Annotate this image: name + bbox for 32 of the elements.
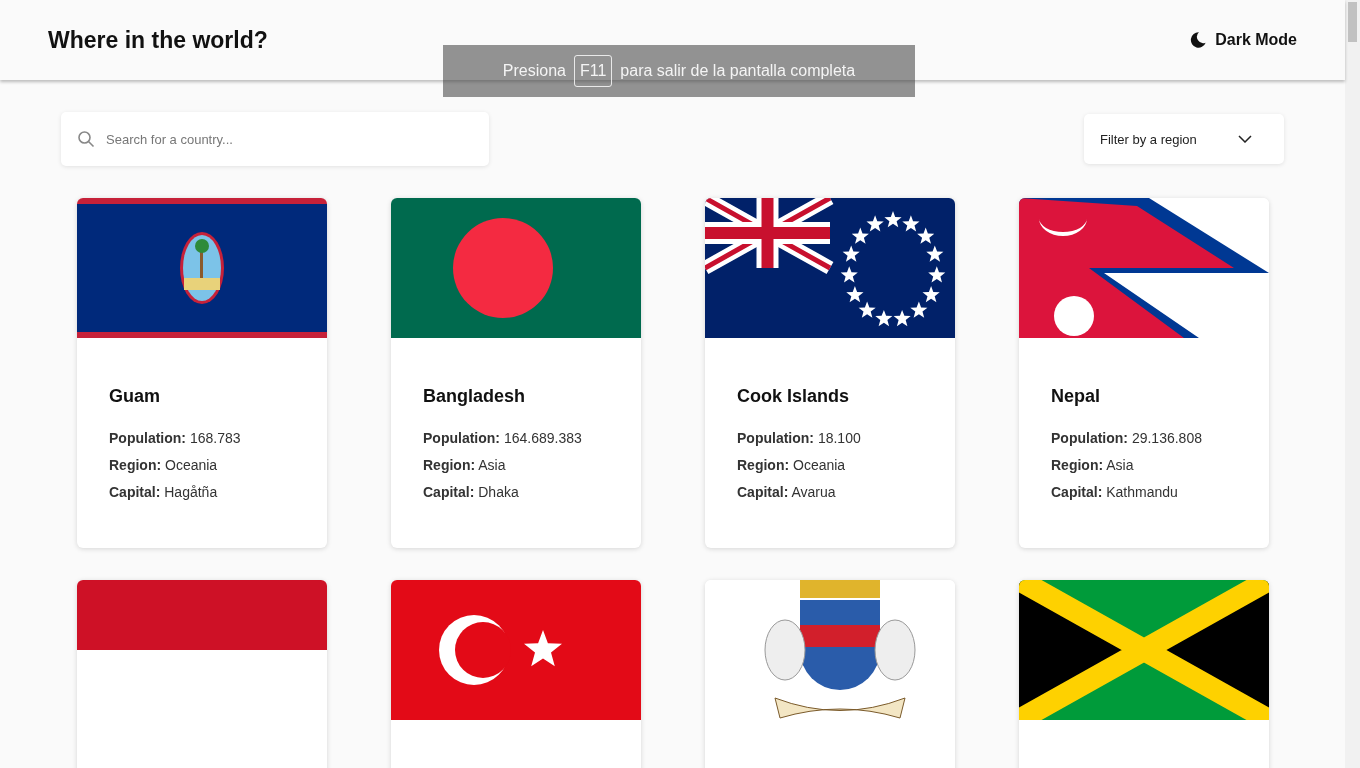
search-box[interactable]: Search for a country...: [61, 112, 489, 166]
country-card[interactable]: Cook Islands Population: 18.100 Region: Oceania Capital: Avarua: [705, 198, 955, 548]
country-detail: Region: Asia: [1051, 456, 1135, 475]
country-name: Guam: [109, 386, 161, 407]
country-detail: Population: 168.783: [109, 429, 242, 448]
app-title: Where in the world?: [48, 26, 268, 54]
country-name: Bangladesh: [423, 386, 527, 407]
country-detail: Population: 18.100: [737, 429, 862, 448]
search-field[interactable]: Search for a country...: [104, 120, 473, 158]
notice-text: para salir de la pantalla completa: [620, 62, 856, 80]
notice-text: Presiona: [502, 62, 566, 80]
country-name: Nepal: [1051, 386, 1102, 407]
country-name: Cook Islands: [737, 386, 851, 407]
moon-icon: [1189, 31, 1208, 49]
country-detail: Population: 164.689.383: [423, 429, 583, 448]
country-detail: Capital: Dhaka: [423, 483, 520, 502]
dark-mode-toggle[interactable]: Dark Mode: [1189, 31, 1297, 49]
search-icon: [77, 130, 95, 148]
country-card[interactable]: Nepal Population: 29.136.808 Region: Asia Capital: Kathmandu: [1019, 198, 1269, 548]
country-detail: Capital: Hagåtña: [109, 483, 219, 502]
country-detail: Capital: Avarua: [737, 483, 837, 502]
country-detail: Region: Asia: [423, 456, 507, 475]
region-filter-dropdown[interactable]: Filter by a region: [1084, 114, 1284, 164]
country-card[interactable]: Bangladesh Population: 164.689.383 Region: Asia Capital: Dhaka: [391, 198, 641, 548]
scrollbar[interactable]: [1345, 0, 1360, 768]
country-detail: Capital: Kathmandu: [1051, 483, 1179, 502]
country-card[interactable]: Guam Population: 168.783 Region: Oceania Capital: Hagåtña: [77, 198, 327, 548]
country-detail: Population: 29.136.808: [1051, 429, 1203, 448]
key-label: F11: [573, 55, 613, 87]
chevron-down-icon: [1238, 135, 1252, 143]
country-detail: Region: Oceania: [737, 456, 847, 475]
country-detail: Region: Oceania: [109, 456, 219, 475]
